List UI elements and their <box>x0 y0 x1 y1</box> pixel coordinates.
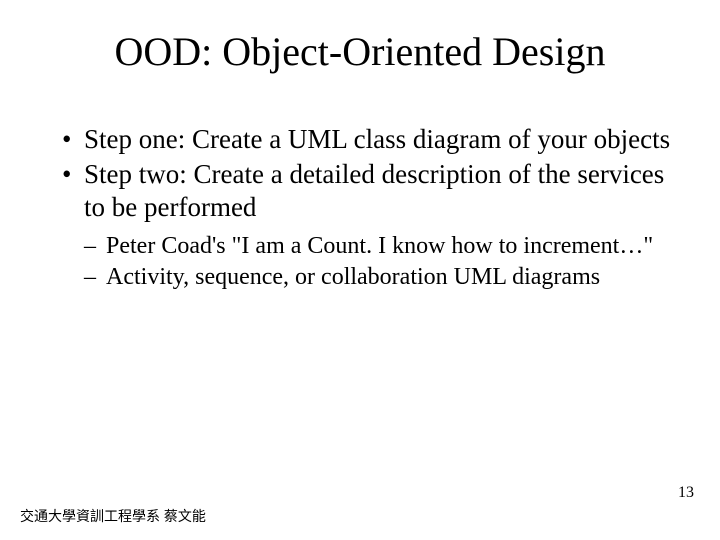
page-number: 13 <box>678 484 694 502</box>
slide-title: OOD: Object-Oriented Design <box>48 28 672 75</box>
sub-bullet-item: Peter Coad's "I am a Count. I know how t… <box>84 232 672 261</box>
bullet-list: Step one: Create a UML class diagram of … <box>56 123 672 224</box>
sub-bullet-list: Peter Coad's "I am a Count. I know how t… <box>84 232 672 293</box>
sub-bullet-item: Activity, sequence, or collaboration UML… <box>84 263 672 292</box>
slide-container: OOD: Object-Oriented Design Step one: Cr… <box>0 0 720 540</box>
bullet-item: Step one: Create a UML class diagram of … <box>56 123 672 156</box>
footer-attribution: 交通大學資訓工程學系 蔡文能 <box>20 506 206 526</box>
bullet-item: Step two: Create a detailed description … <box>56 158 672 224</box>
slide-content: Step one: Create a UML class diagram of … <box>48 123 672 292</box>
